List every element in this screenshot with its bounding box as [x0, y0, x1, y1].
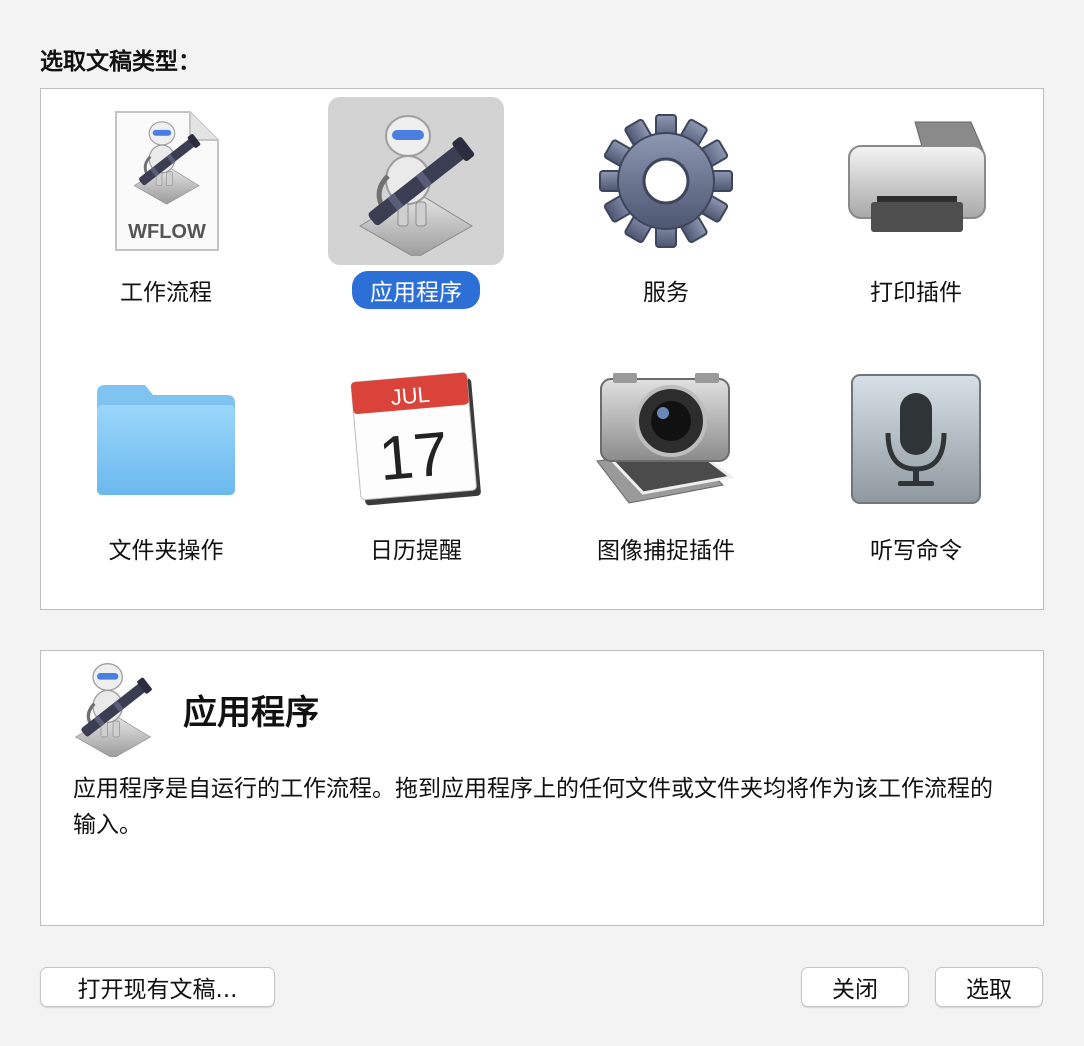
- type-print-plugin[interactable]: 打印插件: [791, 97, 1041, 327]
- type-label: 打印插件: [870, 280, 962, 306]
- workflow-document-icon: WFLOW: [115, 111, 219, 251]
- microphone-icon: [851, 374, 981, 504]
- type-application[interactable]: 应用程序: [291, 97, 541, 327]
- description-body: 应用程序是自运行的工作流程。拖到应用程序上的任何文件或文件夹均将作为该工作流程的…: [73, 776, 993, 838]
- calendar-day: 17: [376, 419, 451, 494]
- choose-button[interactable]: 选取: [935, 967, 1043, 1007]
- open-existing-document-button[interactable]: 打开现有文稿...: [40, 967, 275, 1007]
- folder-icon: [97, 385, 235, 495]
- gear-icon: [596, 111, 736, 251]
- type-label: 文件夹操作: [108, 538, 224, 564]
- type-calendar-alarm[interactable]: JUL 17 日历提醒: [291, 355, 541, 585]
- image-capture-icon: [596, 373, 735, 504]
- wflow-badge: WFLOW: [128, 221, 206, 243]
- close-button[interactable]: 关闭: [801, 967, 909, 1007]
- type-label: 图像捕捉插件: [597, 538, 735, 564]
- type-label: 应用程序: [352, 271, 480, 309]
- description-panel: 应用程序 应用程序是自运行的工作流程。拖到应用程序上的任何文件或文件夹均将作为该…: [40, 650, 1044, 926]
- type-label: 日历提醒: [370, 538, 462, 564]
- printer-icon: [848, 121, 986, 232]
- calendar-month: JUL: [390, 382, 431, 410]
- type-dictation-command[interactable]: 听写命令: [791, 355, 1041, 585]
- type-service[interactable]: 服务: [541, 97, 791, 327]
- type-label: 听写命令: [870, 538, 962, 564]
- calendar-icon: JUL 17: [350, 372, 481, 506]
- description-title: 应用程序: [183, 693, 319, 733]
- type-image-capture-plugin[interactable]: 图像捕捉插件: [541, 355, 791, 585]
- prompt-label: 选取文稿类型：: [40, 49, 201, 75]
- type-label: 服务: [643, 280, 689, 306]
- document-type-chooser: WFLOW 工作流程 应用程序 服务 打印插件 文件夹操作 JUL 17 日历提…: [40, 88, 1044, 610]
- type-label: 工作流程: [120, 280, 212, 306]
- type-workflow[interactable]: WFLOW 工作流程: [41, 97, 291, 327]
- automator-robot-icon: [341, 106, 491, 256]
- automator-robot-icon: [73, 662, 155, 757]
- type-folder-action[interactable]: 文件夹操作: [41, 355, 291, 585]
